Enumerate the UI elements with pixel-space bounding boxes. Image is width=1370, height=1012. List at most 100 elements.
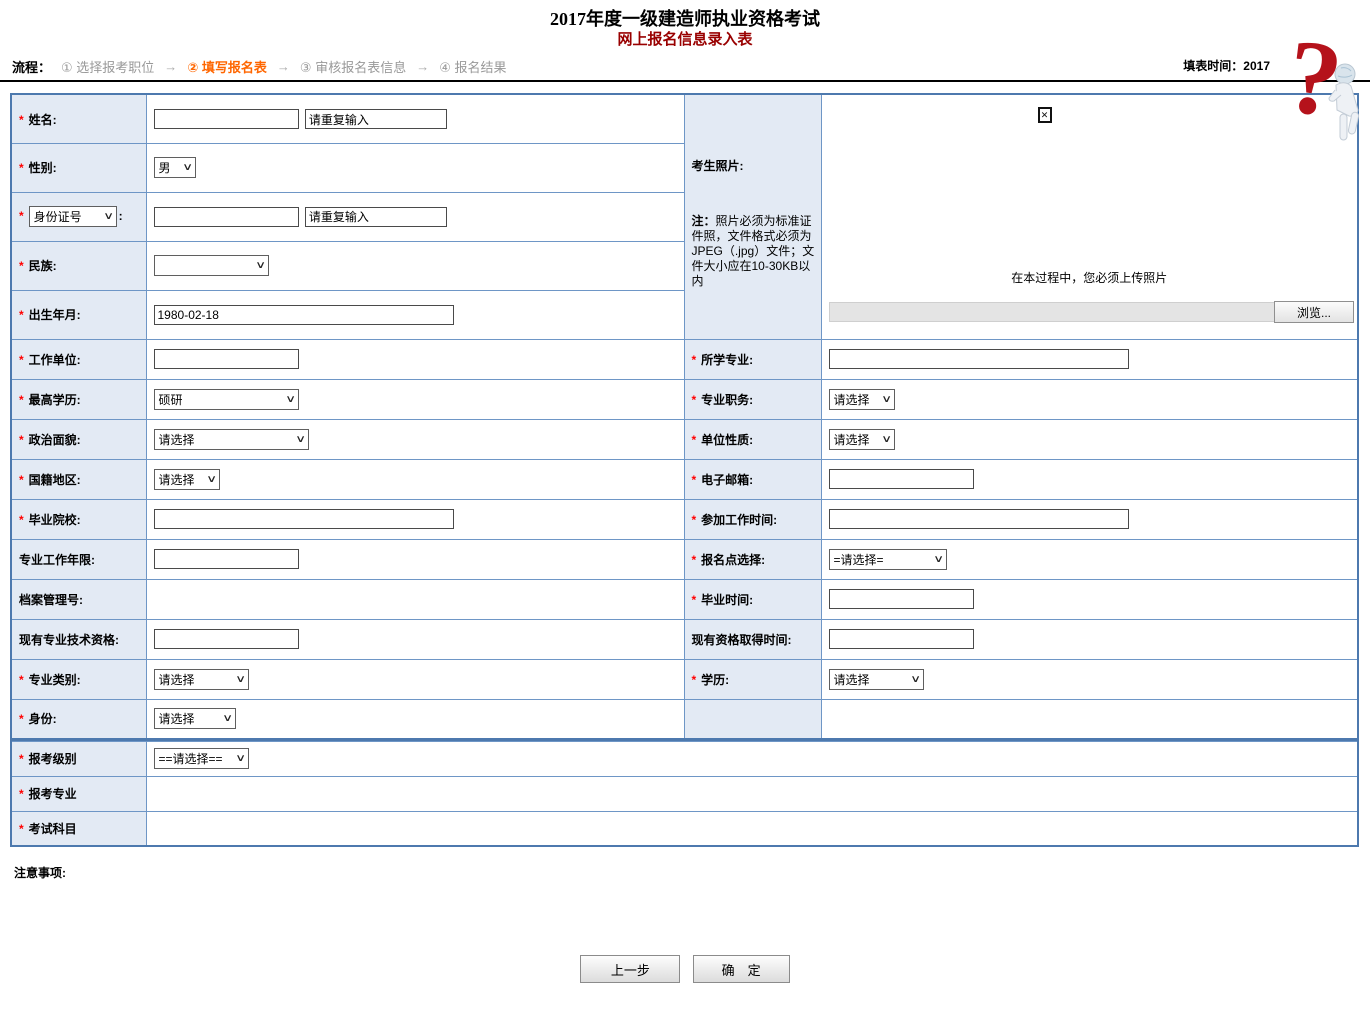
birth-date-input[interactable]: [154, 305, 454, 325]
id-type-select[interactable]: 身份证号∨: [29, 206, 117, 227]
label-cell-highest-edu: *最高学历:: [11, 379, 146, 419]
process-label: 流程：: [12, 57, 51, 76]
field-cell-birth: [146, 290, 684, 339]
field-cell-email: [821, 459, 1358, 499]
field-cell-unit-type: 请选择∨: [821, 419, 1358, 459]
field-cell-empty: [821, 699, 1358, 739]
highest-edu-select[interactable]: 硕研∨: [154, 389, 299, 410]
confirm-button[interactable]: 确 定: [693, 955, 790, 983]
work-unit-input[interactable]: [154, 349, 299, 369]
field-cell-qual-time: [821, 619, 1358, 659]
chevron-down-icon: ∨: [235, 753, 246, 764]
label-cell-birth: *出生年月:: [11, 290, 146, 339]
nationality-label: 国籍地区:: [29, 473, 81, 487]
chevron-down-icon: ∨: [255, 260, 266, 271]
edu-level-select[interactable]: 请选择∨: [829, 669, 924, 690]
identity-select[interactable]: 请选择∨: [154, 708, 236, 729]
chevron-down-icon: ∨: [881, 394, 892, 405]
required-asterisk: *: [19, 822, 24, 836]
label-cell-exam-major: *报考专业: [11, 776, 146, 811]
gender-label: 性别:: [29, 161, 57, 175]
label-cell-grad-time: *毕业时间:: [684, 579, 821, 619]
required-asterisk: *: [19, 712, 24, 726]
chevron-down-icon: ∨: [910, 674, 921, 685]
required-asterisk: *: [692, 553, 697, 567]
label-cell-major-category: *专业类别:: [11, 659, 146, 699]
highest-edu-label: 最高学历:: [29, 393, 81, 407]
grad-school-input[interactable]: [154, 509, 454, 529]
breadcrumb: 流程： ① 选择报考职位 → ② 填写报名表 → ③ 审核报名表信息 → ④ 报…: [0, 56, 1370, 76]
step-select-position[interactable]: ① 选择报考职位: [61, 57, 154, 76]
field-cell-nationality: 请选择∨: [146, 459, 684, 499]
unit-type-select[interactable]: 请选择∨: [829, 429, 895, 450]
field-cell-major-learned: [821, 339, 1358, 379]
photo-note: 注：照片必须为标准证件照，文件格式必须为JPEG（.jpg）文件；文件大小应在1…: [692, 214, 816, 289]
step-review-info[interactable]: ③ 审核报名表信息: [300, 57, 406, 76]
political-select[interactable]: 请选择∨: [154, 429, 309, 450]
field-cell-exam-major: [146, 776, 1358, 811]
exam-subjects-label: 考试科目: [29, 822, 77, 836]
work-years-input[interactable]: [154, 549, 299, 569]
major-category-select[interactable]: 请选择∨: [154, 669, 249, 690]
required-asterisk: *: [692, 393, 697, 407]
broken-image-icon: ✕: [1038, 107, 1052, 123]
label-cell-reg-point: * 报名点选择:: [684, 539, 821, 579]
previous-step-button[interactable]: 上一步: [580, 955, 680, 983]
label-cell-name: *姓名:: [11, 94, 146, 143]
work-start-input[interactable]: [829, 509, 1129, 529]
prof-title-label: 专业职务:: [701, 393, 753, 407]
id-number-repeat-input[interactable]: [305, 207, 447, 227]
label-cell-edu-level: * 学历:: [684, 659, 821, 699]
label-cell-political: *政治面貌:: [11, 419, 146, 459]
field-cell-work-unit: [146, 339, 684, 379]
label-cell-work-unit: *工作单位:: [11, 339, 146, 379]
major-category-label: 专业类别:: [29, 673, 81, 687]
label-cell-gender: *性别:: [11, 143, 146, 192]
name-repeat-input[interactable]: [305, 109, 447, 129]
required-asterisk: *: [19, 209, 24, 223]
chevron-down-icon: ∨: [295, 434, 306, 445]
label-cell-exam-subjects: * 考试科目: [11, 811, 146, 846]
exam-level-select[interactable]: ==请选择==∨: [154, 748, 249, 769]
required-asterisk: *: [692, 473, 697, 487]
reg-point-label: 报名点选择:: [701, 553, 765, 567]
field-cell-work-start: [821, 499, 1358, 539]
email-input[interactable]: [829, 469, 974, 489]
work-start-label: 参加工作时间:: [701, 513, 777, 527]
field-cell-edu-level: 请选择∨: [821, 659, 1358, 699]
id-number-input[interactable]: [154, 207, 299, 227]
browse-button[interactable]: 浏览...: [1274, 301, 1354, 323]
chevron-down-icon: ∨: [222, 713, 233, 724]
page-title: 2017年度一级建造师执业资格考试: [0, 8, 1370, 31]
ethnic-label: 民族:: [29, 259, 57, 273]
file-upload-control[interactable]: 浏览...: [829, 301, 1355, 323]
edu-level-label: 学历:: [701, 673, 729, 687]
step-fill-form-active[interactable]: ② 填写报名表: [187, 57, 267, 76]
grad-time-input[interactable]: [829, 589, 974, 609]
required-asterisk: *: [692, 673, 697, 687]
current-qual-input[interactable]: [154, 629, 299, 649]
arrow-icon: →: [164, 59, 177, 74]
nationality-select[interactable]: 请选择∨: [154, 469, 220, 490]
registration-form-table: *姓名: 考生照片: 注：照片必须为标准证件照，文件格式必须为JPEG（.jpg…: [10, 93, 1359, 741]
step-result[interactable]: ④ 报名结果: [439, 57, 506, 76]
field-cell-political: 请选择∨: [146, 419, 684, 459]
gender-select[interactable]: 男∨: [154, 157, 196, 178]
identity-label: 身份:: [29, 712, 57, 726]
major-learned-input[interactable]: [829, 349, 1129, 369]
prof-title-select[interactable]: 请选择∨: [829, 389, 895, 410]
name-input[interactable]: [154, 109, 299, 129]
label-cell-identity: * 身份:: [11, 699, 146, 739]
reg-point-select[interactable]: =请选择=∨: [829, 549, 947, 570]
field-cell-major-category: 请选择∨: [146, 659, 684, 699]
ethnic-select[interactable]: ∨: [154, 255, 269, 276]
field-cell-identity: 请选择∨: [146, 699, 684, 739]
required-asterisk: *: [19, 353, 24, 367]
field-cell-prof-title: 请选择∨: [821, 379, 1358, 419]
button-row: 上一步 确 定: [0, 955, 1370, 983]
field-cell-current-qual: [146, 619, 684, 659]
label-cell-current-qual: 现有专业技术资格:: [11, 619, 146, 659]
qual-time-input[interactable]: [829, 629, 974, 649]
label-cell-email: *电子邮箱:: [684, 459, 821, 499]
label-cell-photo: 考生照片: 注：照片必须为标准证件照，文件格式必须为JPEG（.jpg）文件；文…: [684, 94, 821, 339]
